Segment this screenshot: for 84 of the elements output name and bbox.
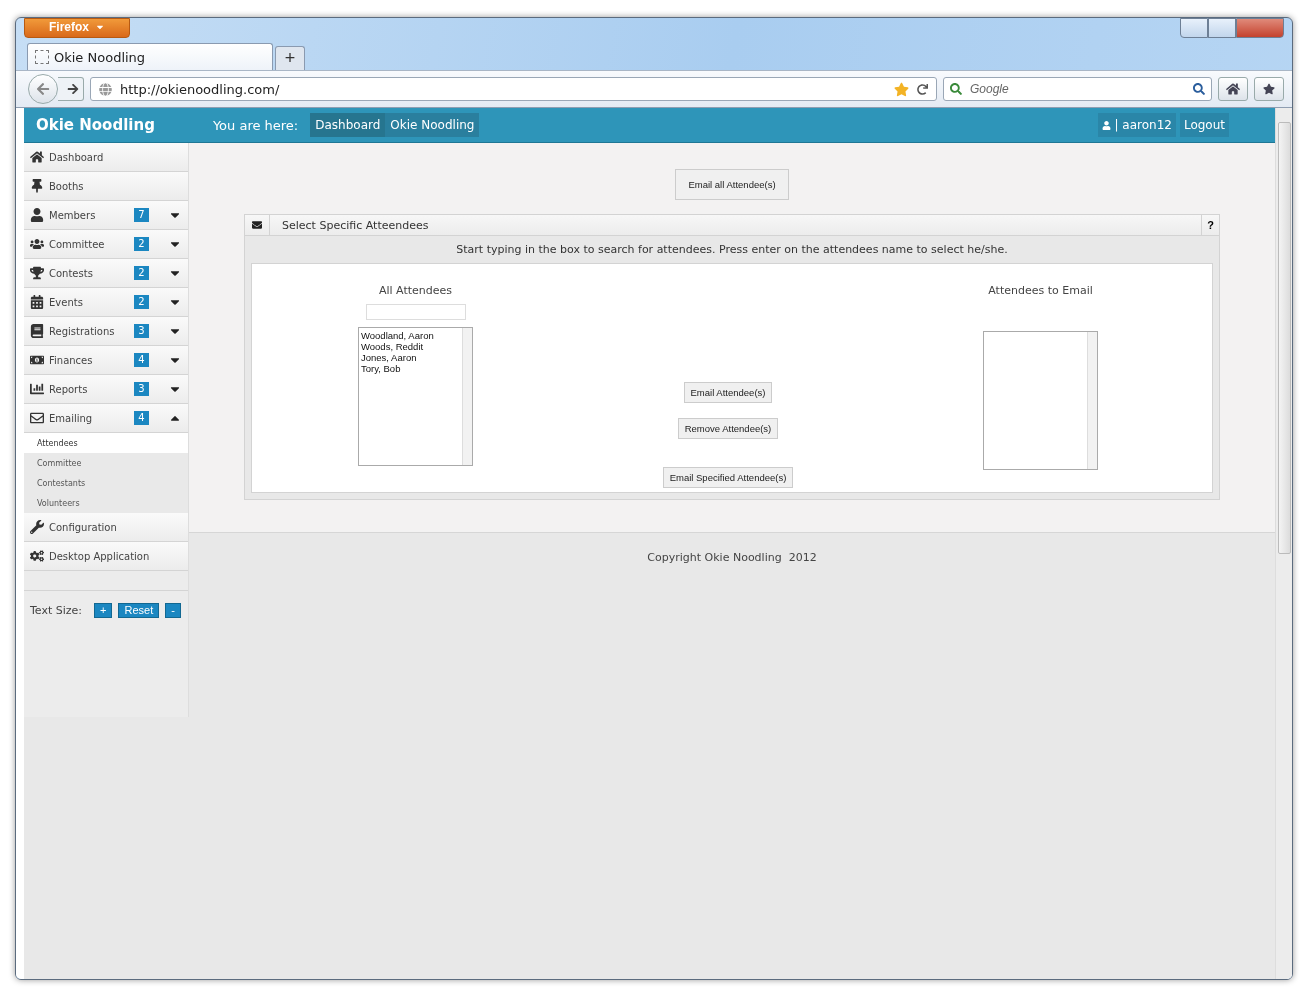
sidebar-item[interactable]: Dashboard	[24, 143, 188, 172]
gears-icon	[30, 549, 44, 563]
panel-title: Select Specific Atteendees	[281, 218, 430, 232]
sidebar-item[interactable]: Committee 2	[24, 230, 188, 259]
logout-link[interactable]: Logout	[1179, 113, 1229, 137]
bookmarks-button[interactable]	[1254, 77, 1284, 101]
instructions-text: Start typing in the box to search for attendees. Press enter on the attendees name to select he/she.	[455, 242, 1009, 258]
remove-attendees-button[interactable]: Remove Attendee(s)	[677, 418, 779, 439]
count-badge: 4	[134, 411, 149, 425]
home-icon	[30, 150, 44, 164]
count-badge: 3	[134, 382, 149, 396]
envelope-icon	[30, 411, 44, 425]
star-icon	[1263, 83, 1275, 95]
column-title: Attendees to Email	[988, 284, 1093, 297]
text-size-button[interactable]: -	[165, 602, 181, 618]
email-all-button[interactable]: Email all Attendee(s)	[675, 169, 789, 200]
email-specified-button[interactable]: Email Specified Attendee(s)	[662, 467, 794, 488]
breadcrumb-label: You are here:	[212, 117, 299, 133]
wrench-icon	[30, 520, 44, 534]
search-field[interactable]: Google	[943, 77, 1212, 101]
submenu-item[interactable]: Attendees	[24, 433, 188, 453]
count-badge: 2	[134, 266, 149, 280]
selected-list[interactable]	[983, 331, 1098, 470]
column-title: All Attendees	[378, 284, 453, 297]
forward-button[interactable]	[58, 77, 84, 101]
sidebar-item[interactable]: Registrations 3	[24, 317, 188, 346]
calendar-icon	[30, 295, 44, 309]
search-engine-icon	[950, 83, 962, 95]
text-size-label: Text Size:	[30, 603, 83, 617]
scrollbar[interactable]	[1087, 332, 1097, 469]
scrollbar[interactable]	[462, 328, 472, 465]
forward-arrow-icon	[67, 83, 79, 95]
scrollbar[interactable]	[1275, 108, 1292, 979]
new-tab-button[interactable]: +	[275, 46, 305, 70]
text-size-button[interactable]: Reset	[118, 602, 160, 618]
count-badge: 7	[134, 208, 149, 222]
attendee-list[interactable]: Woodland, Aaron Woods, Reddit Jones, Aaron Tory, Bob	[358, 327, 473, 466]
breadcrumb-link[interactable]: Dashboard	[310, 113, 386, 137]
copyright-text: Copyright Okie Noodling 2012	[647, 551, 817, 564]
star-icon[interactable]	[894, 81, 909, 97]
trophy-icon	[30, 266, 44, 280]
user-icon	[1102, 120, 1112, 130]
sidebar-item[interactable]: Reports 3	[24, 375, 188, 404]
list-item[interactable]: Woodland, Aaron	[361, 330, 460, 341]
minimize-button[interactable]	[1180, 18, 1208, 38]
breadcrumb-link[interactable]: Okie Noodling	[385, 113, 480, 137]
sidebar-item[interactable]: Events 2	[24, 288, 188, 317]
home-button[interactable]	[1218, 77, 1248, 101]
reload-icon[interactable]	[917, 83, 928, 95]
browser-tab[interactable]: Okie Noodling	[27, 43, 273, 70]
chart-icon	[30, 382, 44, 396]
user-icon	[30, 208, 44, 222]
home-icon	[1226, 82, 1240, 96]
sidebar-item[interactable]: Desktop Application	[24, 542, 188, 571]
text-size-button[interactable]: +	[94, 602, 113, 618]
count-badge: 3	[134, 324, 149, 338]
list-item[interactable]: Tory, Bob	[361, 363, 460, 374]
count-badge: 2	[134, 237, 149, 251]
list-item[interactable]: Woods, Reddit	[361, 341, 460, 352]
money-icon	[30, 353, 44, 367]
email-attendees-button[interactable]: Email Attendee(s)	[683, 382, 773, 403]
site-brand: Okie Noodling	[36, 116, 155, 134]
page-icon	[35, 50, 49, 64]
back-arrow-icon	[36, 82, 50, 96]
user-menu[interactable]: | aaron12	[1098, 113, 1176, 137]
sidebar-item[interactable]: Configuration	[24, 513, 188, 542]
sidebar-item[interactable]: Finances 4	[24, 346, 188, 375]
pin-icon	[30, 179, 44, 193]
group-icon	[30, 237, 44, 251]
sidebar-item[interactable]: Contests 2	[24, 259, 188, 288]
sidebar-item[interactable]: Members 7	[24, 201, 188, 230]
book-icon	[30, 324, 44, 338]
count-badge: 2	[134, 295, 149, 309]
sidebar-item[interactable]: Emailing 4	[24, 404, 188, 433]
close-button[interactable]	[1236, 18, 1284, 38]
list-item[interactable]: Jones, Aaron	[361, 352, 460, 363]
globe-icon	[99, 82, 112, 96]
sidebar-item[interactable]: Booths	[24, 172, 188, 201]
help-button[interactable]: ?	[1201, 215, 1219, 235]
envelope-icon	[252, 220, 262, 230]
maximize-button[interactable]	[1208, 18, 1236, 38]
search-icon[interactable]	[1193, 83, 1205, 95]
count-badge: 4	[134, 353, 149, 367]
address-bar[interactable]: http://okienoodling.com/	[90, 77, 937, 101]
